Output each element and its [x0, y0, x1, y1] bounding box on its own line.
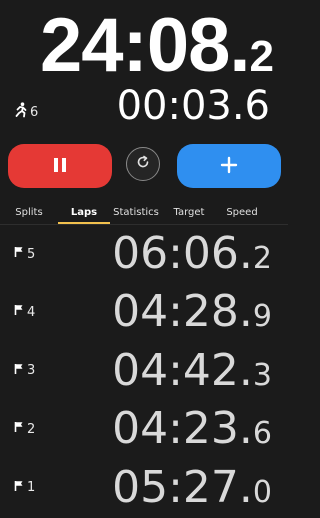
- lap-time-tenths: 9: [252, 299, 272, 335]
- lap-time-tenths: 2: [252, 241, 272, 276]
- lap-time: 04:42.3: [112, 348, 272, 393]
- total-time-main: 24:08.: [40, 3, 250, 88]
- lap-time-main: 04:42.: [112, 344, 253, 396]
- lap-number: 1: [27, 480, 36, 496]
- lap-row[interactable]: 5 06:06.2: [0, 226, 288, 284]
- lap-time: 04:28.9: [112, 290, 272, 334]
- tab-bar: Splits Laps Statistics Target Speed: [0, 200, 288, 224]
- reset-icon: [135, 154, 151, 174]
- tab-splits[interactable]: Splits: [0, 200, 58, 224]
- tab-target[interactable]: Target: [162, 200, 216, 224]
- add-lap-button[interactable]: [177, 144, 281, 188]
- total-time-tenths: 2: [249, 32, 274, 81]
- pause-button[interactable]: [8, 144, 112, 188]
- flag-icon: [14, 304, 24, 320]
- lap-list: 5 06:06.2 4 04:28.9 3 04:42.3 2 04:23.6 …: [0, 226, 288, 518]
- runner-icon: [14, 102, 28, 122]
- lap-number: 2: [27, 421, 36, 437]
- tab-divider: [0, 224, 288, 225]
- lap-row[interactable]: 1 05:27.0: [0, 460, 288, 518]
- tab-speed[interactable]: Speed: [216, 200, 268, 224]
- lap-time-main: 06:06.: [112, 228, 253, 279]
- lap-time-tenths: 3: [252, 357, 272, 393]
- lap-time: 04:23.6: [112, 407, 272, 451]
- flag-icon: [14, 246, 24, 262]
- lap-time-main: 04:28.: [112, 286, 253, 338]
- total-time: 24:08.2: [40, 8, 274, 84]
- flag-icon: [14, 363, 24, 379]
- lap-time: 06:06.2: [112, 232, 272, 276]
- current-lap-time: 00:03.6: [116, 83, 270, 129]
- lap-time-tenths: 0: [252, 474, 272, 510]
- reset-button[interactable]: [126, 147, 160, 181]
- lap-time-main: 05:27.: [112, 461, 253, 513]
- lap-time: 05:27.0: [112, 465, 272, 510]
- lap-row[interactable]: 2 04:23.6: [0, 401, 288, 459]
- lap-time-main: 04:23.: [112, 403, 253, 455]
- lap-time-tenths: 6: [252, 416, 272, 452]
- lap-row[interactable]: 3 04:42.3: [0, 343, 288, 401]
- lap-label: 3: [14, 363, 35, 379]
- tab-laps[interactable]: Laps: [58, 200, 110, 224]
- lap-label: 5: [14, 246, 35, 262]
- flag-icon: [14, 480, 24, 496]
- runner-count-value: 6: [30, 104, 39, 120]
- lap-label: 1: [14, 480, 35, 496]
- plus-icon: [220, 156, 238, 177]
- lap-row[interactable]: 4 04:28.9: [0, 284, 288, 342]
- lap-number: 3: [27, 363, 36, 379]
- tab-statistics[interactable]: Statistics: [110, 200, 162, 224]
- lap-number: 4: [27, 304, 36, 320]
- runner-count: 6: [14, 102, 38, 122]
- lap-label: 2: [14, 421, 35, 437]
- lap-number: 5: [27, 246, 36, 262]
- lap-label: 4: [14, 304, 35, 320]
- pause-icon: [53, 157, 67, 176]
- flag-icon: [14, 421, 24, 437]
